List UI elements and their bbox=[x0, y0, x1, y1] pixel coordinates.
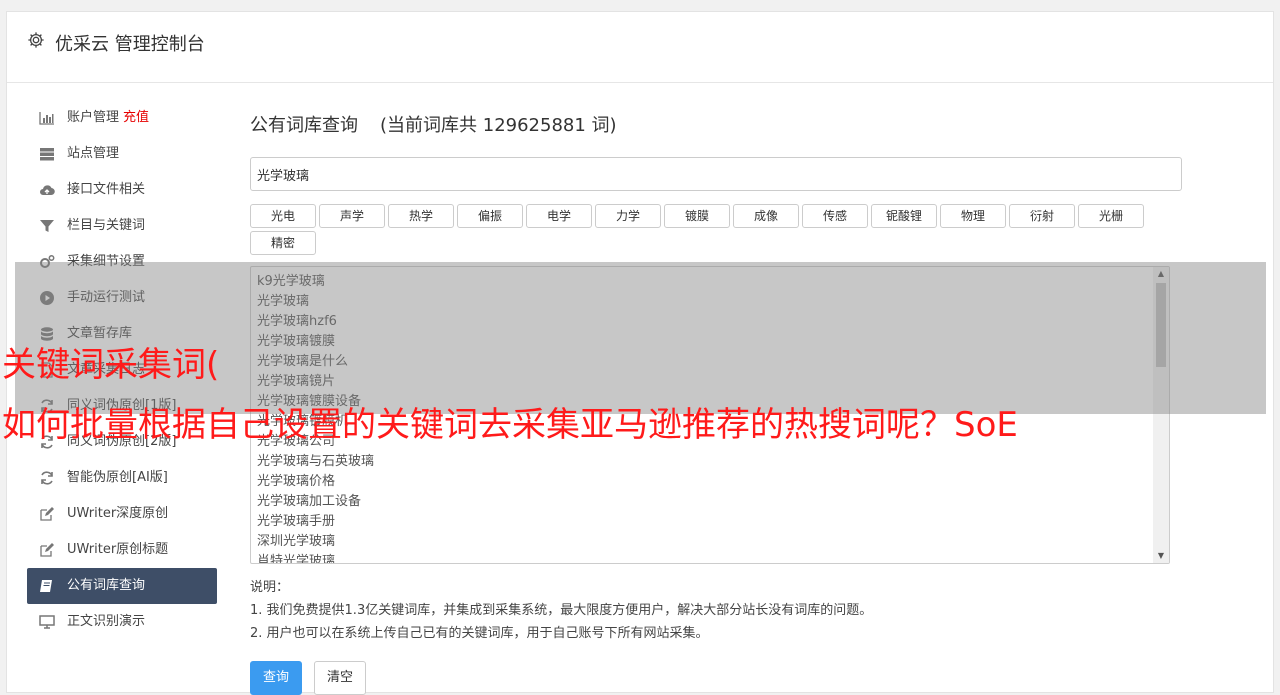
edit-icon bbox=[40, 543, 54, 557]
filter-icon bbox=[40, 220, 54, 232]
tag-button[interactable]: 物理 bbox=[940, 204, 1006, 228]
gear-icon bbox=[28, 32, 44, 48]
tag-button[interactable]: 声学 bbox=[319, 204, 385, 228]
tag-button[interactable]: 热学 bbox=[388, 204, 454, 228]
sidebar-item-text-recognition[interactable]: 正文识别演示 bbox=[27, 604, 217, 640]
section-title: 公有词库查询 bbox=[250, 115, 358, 136]
tag-button[interactable]: 偏振 bbox=[457, 204, 523, 228]
tag-button[interactable]: 力学 bbox=[595, 204, 661, 228]
tag-button[interactable]: 铌酸锂 bbox=[871, 204, 937, 228]
sidebar-item-label: UWriter深度原创 bbox=[67, 506, 169, 521]
sidebar-item-label: UWriter原创标题 bbox=[67, 542, 169, 557]
refresh-icon bbox=[41, 471, 53, 485]
sidebar-item-columns-keywords[interactable]: 栏目与关键词 bbox=[27, 208, 217, 244]
tag-button[interactable]: 电学 bbox=[526, 204, 592, 228]
lexicon-count: (当前词库共 129625881 词) bbox=[380, 115, 617, 136]
keyword-search-input[interactable] bbox=[250, 157, 1182, 191]
cloud-upload-icon bbox=[40, 185, 55, 196]
sidebar-item-label: 栏目与关键词 bbox=[67, 218, 146, 233]
sidebar-item-ai-rewrite[interactable]: 智能伪原创[AI版] bbox=[27, 460, 217, 496]
list-item[interactable]: 深圳光学玻璃 bbox=[257, 532, 1163, 552]
caption-line-1: 关键词采集词( bbox=[2, 345, 220, 385]
page-title: 优采云 管理控制台 bbox=[55, 34, 205, 55]
tag-button[interactable]: 衍射 bbox=[1009, 204, 1075, 228]
clear-button[interactable]: 清空 bbox=[314, 661, 367, 695]
tag-button[interactable]: 传感 bbox=[802, 204, 868, 228]
sidebar-item-sites[interactable]: 站点管理 bbox=[27, 136, 217, 172]
tag-button[interactable]: 成像 bbox=[733, 204, 799, 228]
tag-button[interactable]: 光电 bbox=[250, 204, 316, 228]
sidebar-item-account[interactable]: 账户管理 充值 bbox=[27, 100, 217, 136]
server-icon bbox=[40, 148, 54, 161]
sidebar-item-uwriter-title[interactable]: UWriter原创标题 bbox=[27, 532, 217, 568]
list-item[interactable]: 光学玻璃与石英玻璃 bbox=[257, 452, 1163, 472]
category-tags: 光电 声学 热学 偏振 电学 力学 镀膜 成像 传感 铌酸锂 物理 衍射 光栅精密 bbox=[250, 204, 1180, 258]
edit-icon bbox=[40, 507, 54, 521]
list-item[interactable]: 光学玻璃价格 bbox=[257, 472, 1163, 492]
query-button[interactable]: 查询 bbox=[250, 661, 303, 695]
scroll-down-arrow-icon[interactable]: ▼ bbox=[1153, 549, 1169, 563]
instructions: 说明： 1. 我们免费提供1.3亿关键词库，并集成到采集系统，最大限度方便用户，… bbox=[250, 576, 1180, 645]
sidebar-item-label: 智能伪原创[AI版] bbox=[67, 470, 168, 485]
sidebar-item-uwriter-deep[interactable]: UWriter深度原创 bbox=[27, 496, 217, 532]
tag-button[interactable]: 光栅 bbox=[1078, 204, 1144, 228]
caption-line-2: 如何批量根据自己设置的关键词去采集亚马逊推荐的热搜词呢？SoE bbox=[2, 405, 1018, 445]
notes-title: 说明： bbox=[250, 580, 290, 595]
list-item[interactable]: 光学玻璃加工设备 bbox=[257, 492, 1163, 512]
tag-button[interactable]: 镀膜 bbox=[664, 204, 730, 228]
recharge-link[interactable]: 充值 bbox=[123, 110, 149, 125]
section-heading: 公有词库查询 (当前词库共 129625881 词) bbox=[250, 111, 1180, 141]
caption-overlay bbox=[15, 262, 1266, 414]
sidebar-item-label: 接口文件相关 bbox=[67, 182, 146, 197]
note-line: 2. 用户也可以在系统上传自己已有的关键词库，用于自己账号下所有网站采集。 bbox=[250, 626, 709, 641]
header: 优采云 管理控制台 bbox=[7, 12, 1273, 83]
sidebar-item-label: 站点管理 bbox=[67, 146, 120, 161]
bar-chart-icon bbox=[39, 112, 54, 125]
list-item[interactable]: 肖特光学玻璃 bbox=[257, 552, 1163, 563]
sidebar-item-interface-files[interactable]: 接口文件相关 bbox=[27, 172, 217, 208]
action-buttons: 查询 清空 bbox=[250, 661, 1180, 695]
sidebar-item-public-lexicon[interactable]: 公有词库查询 bbox=[27, 568, 217, 604]
sidebar-item-label: 账户管理 bbox=[67, 110, 120, 125]
list-item[interactable]: 光学玻璃手册 bbox=[257, 512, 1163, 532]
monitor-icon bbox=[39, 615, 55, 629]
sidebar-item-label: 公有词库查询 bbox=[67, 578, 146, 593]
note-line: 1. 我们免费提供1.3亿关键词库，并集成到采集系统，最大限度方便用户，解决大部… bbox=[250, 603, 873, 618]
tag-button[interactable]: 精密 bbox=[250, 231, 316, 255]
sidebar-item-label: 正文识别演示 bbox=[67, 614, 146, 629]
book-icon bbox=[40, 580, 52, 592]
